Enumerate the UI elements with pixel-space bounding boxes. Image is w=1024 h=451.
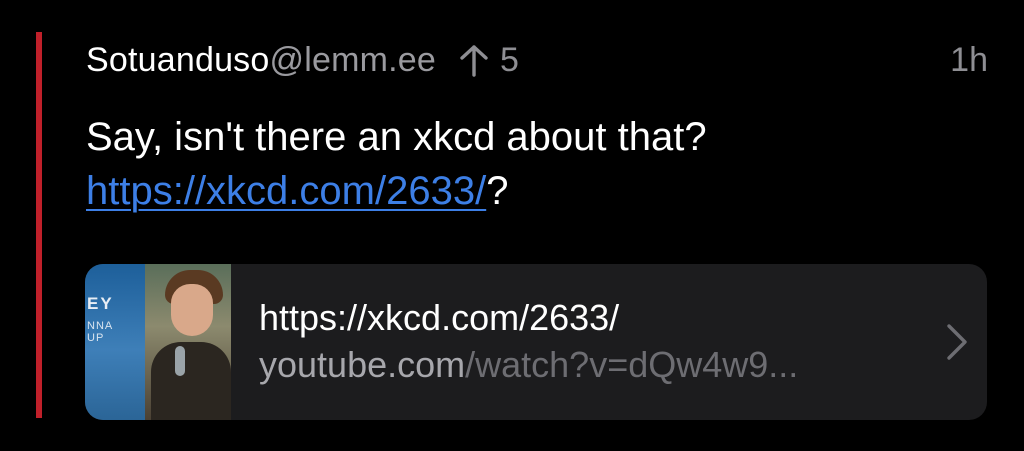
comment-body-suffix: ?	[486, 169, 509, 213]
arrow-up-icon	[460, 45, 488, 77]
comment-body-link[interactable]: https://xkcd.com/2633/	[86, 169, 486, 213]
thumbnail-text-1: EY	[87, 294, 114, 313]
thumbnail-microphone	[175, 346, 185, 376]
link-card-title: https://xkcd.com/2633/	[259, 297, 620, 338]
comment-author[interactable]: Sotuanduso@lemm.ee	[86, 41, 436, 80]
link-card-url: youtube.com/watch?v=dQw4w9...	[259, 341, 907, 389]
link-thumbnail: EY NNA UP	[85, 264, 231, 420]
link-card-path: /watch?v=dQw4w9...	[465, 344, 799, 385]
link-card-text: https://xkcd.com/2633/ youtube.com/watch…	[231, 295, 927, 389]
thumbnail-figure-face	[171, 284, 213, 336]
thumbnail-album-art: EY NNA UP	[85, 264, 145, 420]
thumbnail-figure-body	[151, 342, 231, 420]
comment-header: Sotuanduso@lemm.ee 5 1h	[86, 36, 988, 84]
comment-timestamp: 1h	[950, 40, 988, 79]
thumbnail-text-2: NNA UP	[87, 320, 114, 344]
chevron-right-icon[interactable]	[927, 323, 987, 361]
comment-body-line: Say, isn't there an xkcd about that?	[86, 115, 707, 159]
link-card-domain: youtube.com	[259, 344, 466, 385]
author-instance[interactable]: @lemm.ee	[270, 41, 437, 79]
score-count: 5	[500, 40, 519, 79]
author-username[interactable]: Sotuanduso	[86, 41, 270, 79]
thread-depth-line	[36, 32, 42, 418]
link-preview-card[interactable]: EY NNA UP https://xkcd.com/2633/ youtube…	[85, 264, 987, 420]
chevron-right-glyph	[947, 324, 967, 360]
comment-body-link-line: https://xkcd.com/2633/?	[86, 164, 984, 218]
comment-body: Say, isn't there an xkcd about that? htt…	[86, 110, 984, 218]
comment-score: 5	[458, 41, 519, 80]
